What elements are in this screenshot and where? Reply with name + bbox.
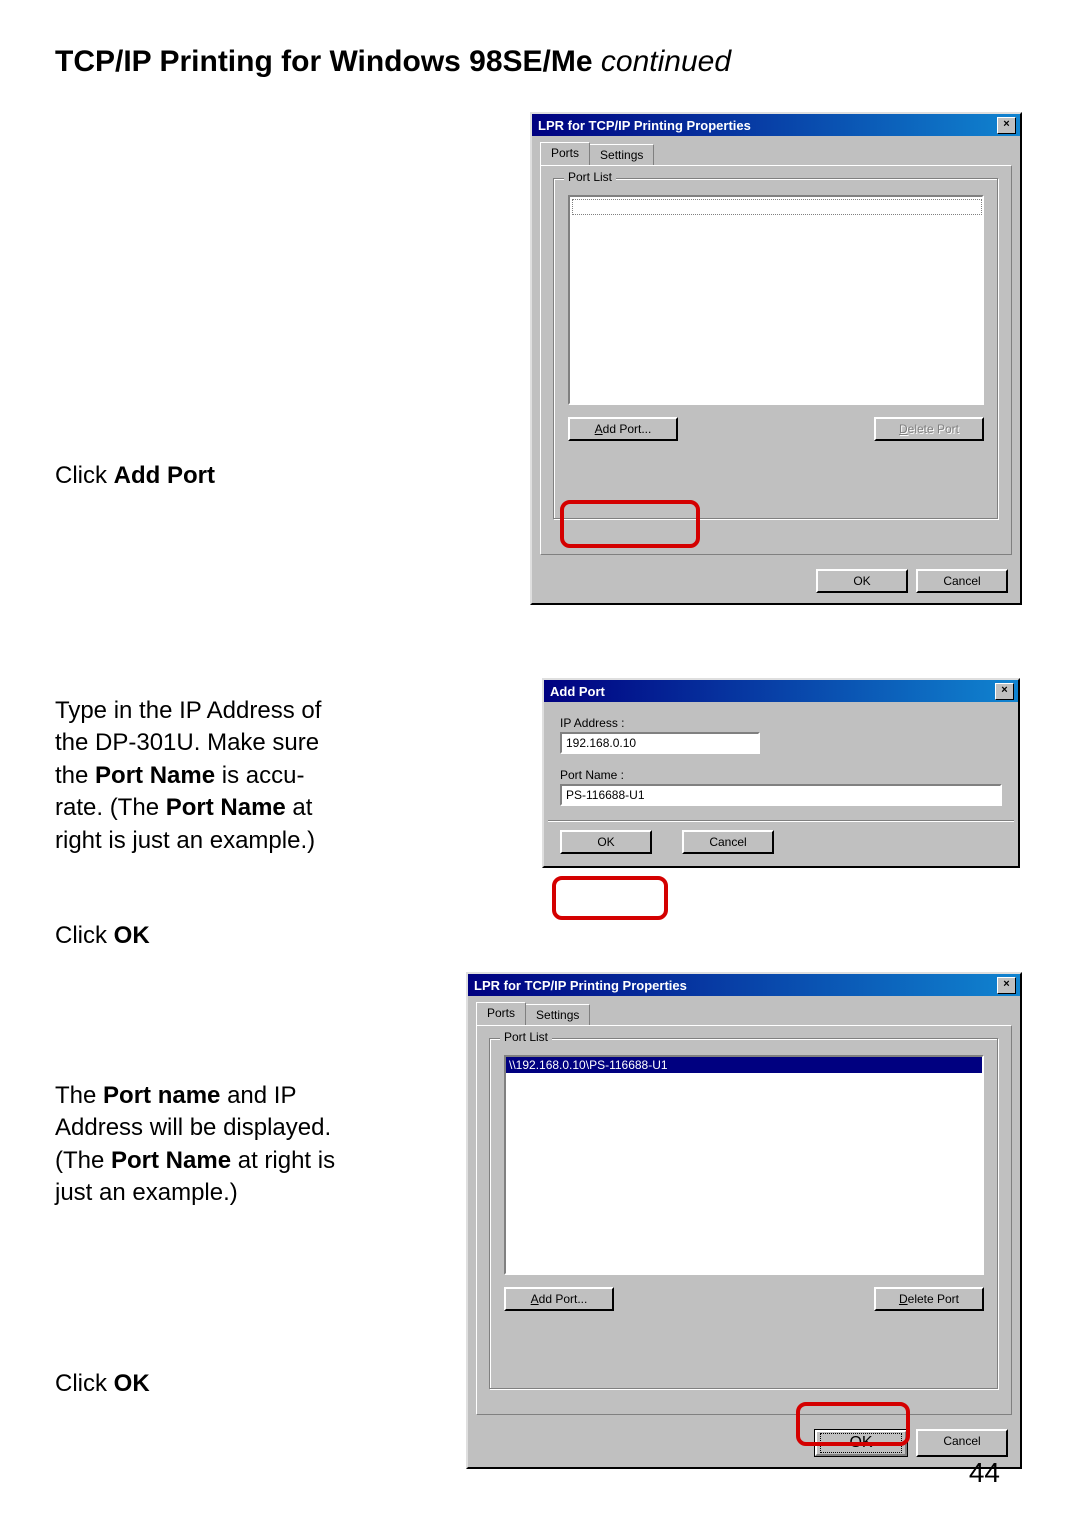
titlebar: LPR for TCP/IP Printing Properties × [532, 114, 1020, 136]
add-port-button[interactable]: Add Port... [504, 1287, 614, 1311]
tab-ports[interactable]: Ports [476, 1002, 526, 1025]
ok-button[interactable]: OK [560, 830, 652, 854]
group-label: Port List [564, 170, 616, 184]
port-list-group: Port List \\192.168.0.10\PS-116688-U1 Ad… [489, 1038, 999, 1390]
port-list-group: Port List Add Port... Delete Port [553, 178, 999, 520]
ok-button[interactable]: OK [816, 569, 908, 593]
port-listbox[interactable]: \\192.168.0.10\PS-116688-U1 [504, 1055, 984, 1275]
tab-settings[interactable]: Settings [589, 144, 654, 165]
tab-ports[interactable]: Ports [540, 142, 590, 165]
title-continued: continued [601, 45, 731, 78]
titlebar: Add Port × [544, 680, 1018, 702]
ip-address-input[interactable] [562, 734, 758, 752]
instruction-step2-click: Click OK [55, 920, 150, 952]
tab-row: Ports Settings [540, 142, 1020, 165]
port-name-input[interactable] [562, 786, 1000, 804]
cancel-button[interactable]: Cancel [916, 1429, 1008, 1457]
lpr-properties-dialog-2: LPR for TCP/IP Printing Properties × Por… [466, 972, 1022, 1469]
titlebar: LPR for TCP/IP Printing Properties × [468, 974, 1020, 996]
window-title: LPR for TCP/IP Printing Properties [536, 118, 751, 133]
window-title: Add Port [548, 684, 605, 699]
tab-row: Ports Settings [476, 1002, 1020, 1025]
cancel-button[interactable]: Cancel [916, 569, 1008, 593]
instruction-step2: Type in the IP Address of the DP-301U. M… [55, 695, 415, 857]
instruction-step1: Click Add Port [55, 460, 215, 492]
close-icon[interactable]: × [997, 117, 1016, 134]
instruction-step3: The Port name and IP Address will be dis… [55, 1080, 435, 1210]
ip-address-label: IP Address : [560, 716, 1002, 730]
cancel-button[interactable]: Cancel [682, 830, 774, 854]
listbox-focus-rect [572, 199, 982, 215]
port-list-item[interactable]: \\192.168.0.10\PS-116688-U1 [506, 1057, 982, 1073]
lpr-properties-dialog-1: LPR for TCP/IP Printing Properties × Por… [530, 112, 1022, 605]
window-title: LPR for TCP/IP Printing Properties [472, 978, 687, 993]
page-title: TCP/IP Printing for Windows 98SE/Me cont… [55, 45, 731, 79]
highlight-ok [552, 876, 668, 920]
add-port-dialog: Add Port × IP Address : Port Name : OK C… [542, 678, 1020, 868]
ok-button[interactable]: OK [814, 1429, 908, 1457]
add-port-button[interactable]: Add Port... [568, 417, 678, 441]
title-main: TCP/IP Printing for Windows 98SE/Me [55, 45, 601, 78]
instruction-step3-click: Click OK [55, 1368, 150, 1400]
page-number: 44 [969, 1457, 1000, 1489]
tab-settings[interactable]: Settings [525, 1004, 590, 1025]
port-name-label: Port Name : [560, 768, 1002, 782]
close-icon[interactable]: × [995, 683, 1014, 700]
delete-port-button: Delete Port [874, 417, 984, 441]
close-icon[interactable]: × [997, 977, 1016, 994]
group-label: Port List [500, 1030, 552, 1044]
port-listbox[interactable] [568, 195, 984, 405]
delete-port-button[interactable]: Delete Port [874, 1287, 984, 1311]
